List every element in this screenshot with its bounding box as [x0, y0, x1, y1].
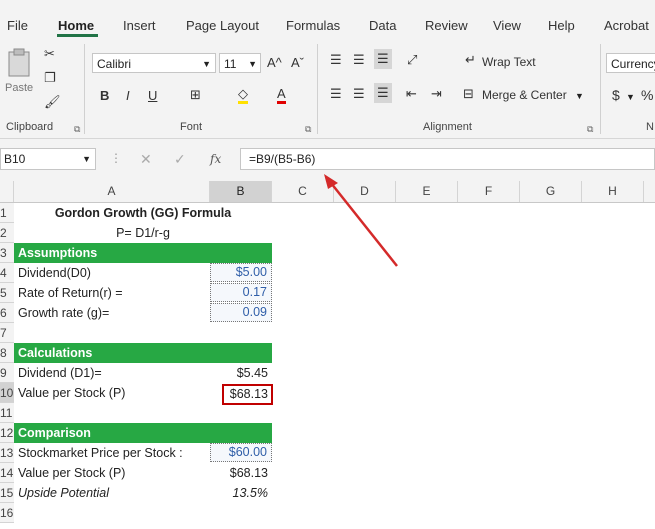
annotation-arrow-icon [324, 174, 398, 267]
